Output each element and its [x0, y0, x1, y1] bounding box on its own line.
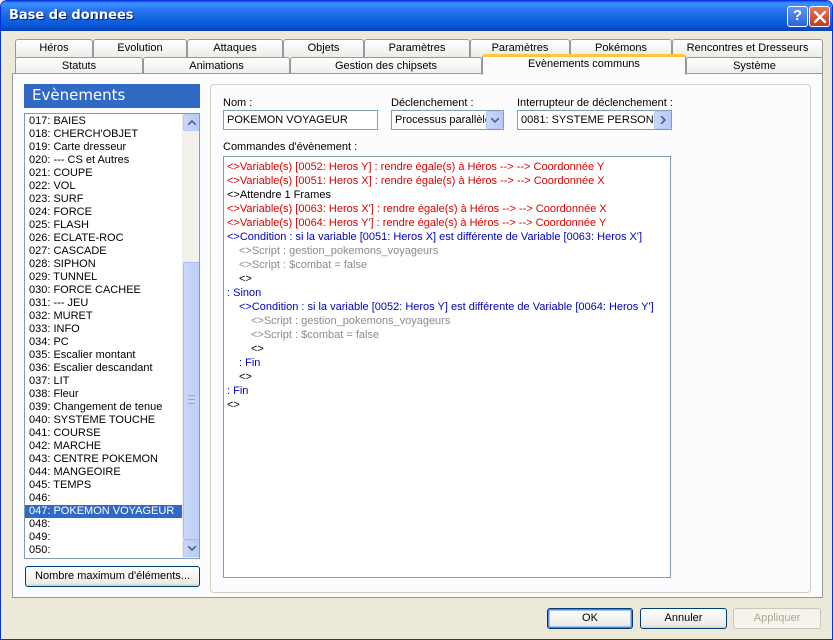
close-button[interactable]: [809, 6, 830, 27]
list-item[interactable]: 037: LIT: [25, 375, 182, 388]
list-item[interactable]: 034: PC: [25, 336, 182, 349]
switch-label: Interrupteur de déclenchement :: [517, 97, 673, 109]
command-line[interactable]: <>Condition : si la variable [0051: Hero…: [227, 230, 642, 244]
window-title: Base de donnees: [9, 8, 134, 23]
tab-parametres-1[interactable]: Paramètres: [364, 39, 470, 58]
chevron-right-icon: [660, 116, 666, 124]
list-item[interactable]: 039: Changement de tenue: [25, 401, 182, 414]
list-item[interactable]: 031: --- JEU: [25, 297, 182, 310]
command-line[interactable]: <>: [239, 272, 252, 286]
trigger-value: Processus parallèle: [395, 114, 491, 126]
scroll-thumb[interactable]: [183, 262, 199, 540]
command-line[interactable]: <>Attendre 1 Frames: [227, 188, 331, 202]
list-item[interactable]: 046:: [25, 492, 182, 505]
list-item[interactable]: 032: MURET: [25, 310, 182, 323]
list-item[interactable]: 019: Carte dresseur: [25, 141, 182, 154]
switch-browse-button[interactable]: [654, 111, 671, 129]
switch-value: 0081: SYSTEME PERSONI: [521, 114, 657, 126]
command-line[interactable]: <>Script : gestion_pokemons_voyageurs: [251, 314, 450, 328]
command-line[interactable]: <>Variable(s) [0052: Heros Y] : rendre é…: [227, 160, 604, 174]
tab-objets[interactable]: Objets: [283, 39, 364, 58]
list-item[interactable]: 044: MANGEOIRE: [25, 466, 182, 479]
tab-attaques[interactable]: Attaques: [187, 39, 283, 58]
list-item[interactable]: 017: BAIES: [25, 115, 182, 128]
scroll-up-button[interactable]: [183, 114, 199, 131]
list-item[interactable]: 020: --- CS et Autres: [25, 154, 182, 167]
command-line[interactable]: <>Condition : si la variable [0052: Hero…: [239, 300, 654, 314]
name-input[interactable]: POKEMON VOYAGEUR: [223, 110, 378, 130]
command-line[interactable]: <>: [251, 342, 264, 356]
chevron-down-icon: [188, 546, 196, 551]
help-button[interactable]: ?: [787, 6, 808, 27]
list-item[interactable]: 028: SIPHON: [25, 258, 182, 271]
command-line[interactable]: : Sinon: [227, 286, 261, 300]
cancel-button[interactable]: Annuler: [640, 608, 727, 629]
title-bar[interactable]: Base de donnees ?: [1, 1, 832, 31]
switch-input[interactable]: 0081: SYSTEME PERSONI: [517, 110, 672, 130]
list-item[interactable]: 024: FORCE: [25, 206, 182, 219]
list-item[interactable]: 049:: [25, 531, 182, 544]
tab-rencontres-dresseurs[interactable]: Rencontres et Dresseurs: [672, 39, 823, 58]
list-item[interactable]: 033: INFO: [25, 323, 182, 336]
list-item[interactable]: 036: Escalier descandant: [25, 362, 182, 375]
database-window: Base de donnees ? Héros Evolution Attaqu…: [0, 0, 833, 640]
command-line[interactable]: <>Script : $combat = false: [251, 328, 379, 342]
list-item[interactable]: 021: COUPE: [25, 167, 182, 180]
tab-evolution[interactable]: Evolution: [93, 39, 187, 58]
grip-icon: [188, 395, 195, 404]
tab-evenements-communs[interactable]: Evènements communs: [482, 54, 686, 75]
event-list[interactable]: 017: BAIES 018: CHERCH'OBJET 019: Carte dr…: [24, 113, 200, 559]
commands-label: Commandes d'évènement :: [223, 141, 358, 153]
command-line[interactable]: <>: [227, 398, 240, 412]
max-elements-button[interactable]: Nombre maximum d'éléments...: [25, 566, 200, 587]
list-item[interactable]: 042: MARCHE: [25, 440, 182, 453]
list-item[interactable]: 029: TUNNEL: [25, 271, 182, 284]
trigger-label: Déclenchement :: [391, 97, 474, 109]
command-line[interactable]: : Fin: [227, 384, 248, 398]
list-item[interactable]: 043: CENTRE POKEMON: [25, 453, 182, 466]
list-item-selected[interactable]: 047: POKEMON VOYAGEUR: [25, 505, 182, 518]
command-line[interactable]: <>Variable(s) [0063: Heros X'] : rendre …: [227, 202, 607, 216]
event-list-scrollbar[interactable]: [182, 114, 199, 558]
chevron-down-icon: [491, 118, 499, 123]
command-line[interactable]: : Fin: [239, 356, 260, 370]
name-label: Nom :: [223, 97, 253, 109]
list-item[interactable]: 025: FLASH: [25, 219, 182, 232]
command-line[interactable]: <>Variable(s) [0051: Heros X] : rendre é…: [227, 174, 605, 188]
command-line[interactable]: <>Variable(s) [0064: Heros Y'] : rendre …: [227, 216, 606, 230]
command-line[interactable]: <>Script : $combat = false: [239, 258, 367, 272]
list-item[interactable]: 026: ECLATE-ROC: [25, 232, 182, 245]
command-line[interactable]: <>Script : gestion_pokemons_voyageurs: [239, 244, 438, 258]
tab-heros[interactable]: Héros: [15, 39, 93, 58]
list-item[interactable]: 038: Fleur: [25, 388, 182, 401]
list-item[interactable]: 040: SYSTEME TOUCHE: [25, 414, 182, 427]
command-line[interactable]: <>: [239, 370, 252, 384]
list-item[interactable]: 018: CHERCH'OBJET: [25, 128, 182, 141]
apply-button[interactable]: Appliquer: [733, 608, 821, 629]
list-item[interactable]: 048:: [25, 518, 182, 531]
list-item[interactable]: 027: CASCADE: [25, 245, 182, 258]
list-item[interactable]: 022: VOL: [25, 180, 182, 193]
commands-list[interactable]: <>Variable(s) [0052: Heros Y] : rendre é…: [223, 156, 671, 578]
trigger-dropdown-button[interactable]: [486, 111, 503, 129]
list-item[interactable]: 030: FORCE CACHEE: [25, 284, 182, 297]
event-list-header: Evènements communs: [24, 84, 200, 126]
list-item[interactable]: 050:: [25, 544, 182, 557]
event-list-items: 017: BAIES 018: CHERCH'OBJET 019: Carte dr…: [25, 115, 182, 557]
scroll-down-button[interactable]: [183, 540, 199, 557]
list-item[interactable]: 023: SURF: [25, 193, 182, 206]
ok-button[interactable]: OK: [547, 608, 633, 629]
close-icon: [814, 11, 826, 23]
list-item[interactable]: 041: COURSE: [25, 427, 182, 440]
list-item[interactable]: 045: TEMPS: [25, 479, 182, 492]
list-item[interactable]: 035: Escalier montant: [25, 349, 182, 362]
chevron-up-icon: [188, 120, 196, 125]
